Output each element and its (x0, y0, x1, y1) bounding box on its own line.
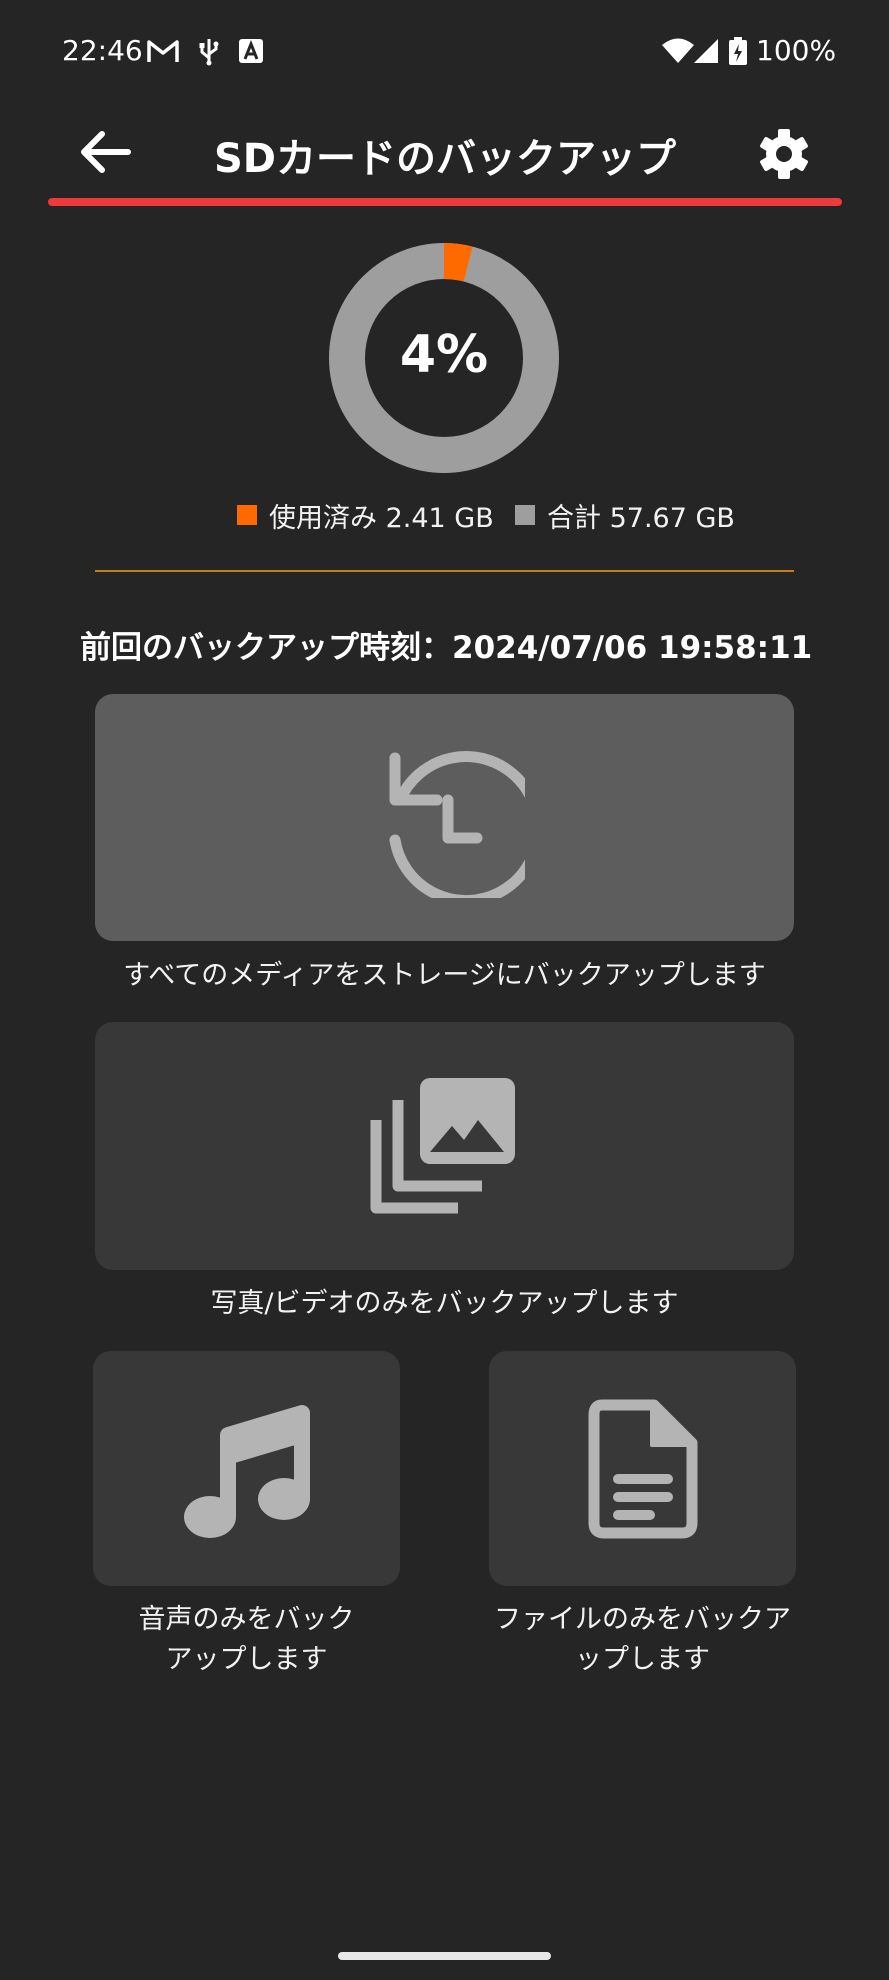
photo-library-icon (370, 1078, 515, 1214)
signal-icon (694, 39, 718, 63)
backup-audio-label-line2: アップします (165, 1644, 328, 1675)
backup-audio-label-line1: 音声のみをバック (138, 1604, 355, 1635)
home-indicator[interactable] (338, 1952, 551, 1960)
legend-total: 合計 57.67 GB (515, 495, 735, 535)
arrow-left-icon (81, 131, 131, 173)
legend-total-swatch (515, 505, 535, 525)
backup-photos-videos-label: 写真/ビデオのみをバックアップします (210, 1288, 679, 1319)
usb-icon (199, 39, 219, 66)
backup-audio-label: 音声のみをバック アップします (93, 1600, 400, 1680)
backup-audio-button[interactable] (93, 1351, 400, 1586)
backup-all-media-label: すべてのメディアをストレージにバックアップします (123, 960, 766, 991)
storage-percent-label: 4% (399, 325, 489, 385)
back-button[interactable] (70, 122, 140, 182)
status-bar: 22:46 100% (0, 0, 889, 100)
backup-all-media-button[interactable] (95, 694, 794, 941)
title-accent-underline (48, 198, 842, 206)
a-notification-icon (239, 39, 263, 63)
music-note-icon (183, 1404, 310, 1538)
app-bar: SDカードのバックアップ (0, 100, 889, 210)
legend-used-text: 使用済み 2.41 GB (269, 502, 494, 534)
history-icon (389, 750, 525, 898)
gmail-icon (147, 40, 179, 62)
last-backup-time: 前回のバックアップ時刻：2024/07/06 19:58:11 (80, 630, 813, 666)
backup-files-label-line1: ファイルのみをバックア (494, 1604, 791, 1635)
status-time: 22:46 (62, 34, 143, 67)
legend-total-text: 合計 57.67 GB (547, 502, 735, 534)
battery-percent: 100% (756, 34, 837, 67)
legend-used-swatch (237, 505, 257, 525)
gear-icon (760, 129, 808, 179)
backup-files-label-line2: ップします (575, 1644, 710, 1675)
legend-used: 使用済み 2.41 GB (237, 495, 494, 535)
document-icon (588, 1399, 697, 1538)
battery-charging-icon (729, 37, 747, 65)
backup-files-label: ファイルのみをバックア ップします (482, 1600, 803, 1680)
backup-photos-videos-button[interactable] (95, 1022, 794, 1270)
backup-files-button[interactable] (489, 1351, 796, 1586)
section-divider (95, 570, 794, 572)
settings-button[interactable] (752, 122, 816, 186)
page-title: SDカードのバックアップ (213, 136, 676, 182)
